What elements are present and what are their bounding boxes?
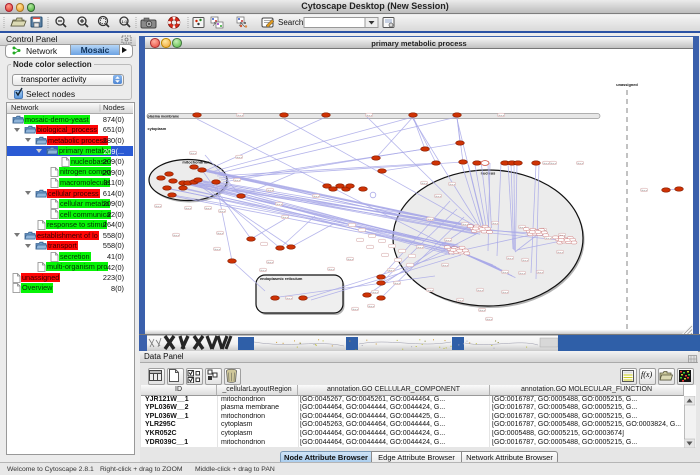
svg-text:Gnn-n: Gnn-n [205,208,212,210]
svg-text:Gnn-n: Gnn-n [577,163,584,165]
svg-text:Gnn-n: Gnn-n [328,269,335,271]
svg-text:Gnn-n: Gnn-n [366,115,373,117]
svg-text:Gnn-n: Gnn-n [537,272,544,274]
svg-text:Gnn-n: Gnn-n [498,115,505,117]
svg-text:Gnn-n: Gnn-n [372,292,379,294]
svg-text:Gnn-n: Gnn-n [502,272,509,274]
svg-text:Gnn-n: Gnn-n [519,273,526,275]
svg-text:Gnn-n: Gnn-n [234,180,241,182]
svg-text:cytoplasm: cytoplasm [148,127,167,131]
svg-text:Gnn-n: Gnn-n [282,217,289,219]
svg-text:unassigned: unassigned [616,82,638,87]
svg-text:Gnn-n: Gnn-n [457,300,464,302]
svg-text:Gnn-n: Gnn-n [347,259,354,261]
svg-text:Gnn-n: Gnn-n [236,157,243,159]
svg-text:Gnn-n: Gnn-n [445,240,452,242]
svg-text:Gnn-n: Gnn-n [427,290,434,292]
svg-text:Gnn-n: Gnn-n [486,319,493,321]
svg-text:Gnn-n: Gnn-n [417,247,424,249]
svg-text:Gnn-n: Gnn-n [442,265,449,267]
svg-text:Gnn-n: Gnn-n [368,306,375,308]
svg-text:mitochondrion: mitochondrion [182,160,210,165]
svg-text:Gnn-n: Gnn-n [173,235,180,237]
svg-text:Gnn-n: Gnn-n [543,163,550,165]
svg-text:Gnn-n: Gnn-n [477,290,484,292]
svg-text:Gnn-n: Gnn-n [217,233,224,235]
svg-text:Gnn-n: Gnn-n [185,208,192,210]
svg-text:Gnn-n: Gnn-n [492,223,499,225]
svg-text:Gnn-n: Gnn-n [507,258,514,260]
svg-text:Gnn-n: Gnn-n [557,252,564,254]
svg-text:Gnn-n: Gnn-n [260,270,267,272]
svg-text:Gnn-n: Gnn-n [522,260,529,262]
svg-text:Gnn-n: Gnn-n [237,115,244,117]
svg-text:Search:: Search: [278,18,306,27]
svg-text:Gnn-n: Gnn-n [286,298,293,300]
svg-text:Gnn-n: Gnn-n [267,262,274,264]
svg-text:1:1: 1:1 [122,19,129,24]
svg-text:Gnn-n: Gnn-n [427,219,434,221]
svg-text:Gnn-n: Gnn-n [502,292,509,294]
svg-text:Gnn-n: Gnn-n [388,270,395,272]
svg-text:Gnn-n: Gnn-n [550,163,557,165]
svg-text:Gnn-n: Gnn-n [276,204,283,206]
svg-text:Gnn-n: Gnn-n [352,309,359,311]
svg-text:endoplasmic reticulum: endoplasmic reticulum [260,276,303,281]
svg-text:Gnn-n: Gnn-n [155,206,162,208]
svg-text:Gnn-n: Gnn-n [435,196,442,198]
svg-text:Gnn-n: Gnn-n [267,190,274,192]
svg-text:Gnn-n: Gnn-n [313,196,320,198]
svg-text:Gnn-n: Gnn-n [479,310,486,312]
svg-text:Gnn-n: Gnn-n [449,184,456,186]
svg-text:Gnn-n: Gnn-n [545,238,552,240]
svg-text:Gnn-n: Gnn-n [641,190,648,192]
svg-text:Gnn-n: Gnn-n [219,211,226,213]
svg-text:Gnn-n: Gnn-n [394,283,401,285]
svg-text:Gnn-n: Gnn-n [214,249,221,251]
svg-text:plasma membrane: plasma membrane [148,115,180,119]
svg-text:Gnn-n: Gnn-n [190,153,197,155]
svg-text:Gnn-n: Gnn-n [421,183,428,185]
